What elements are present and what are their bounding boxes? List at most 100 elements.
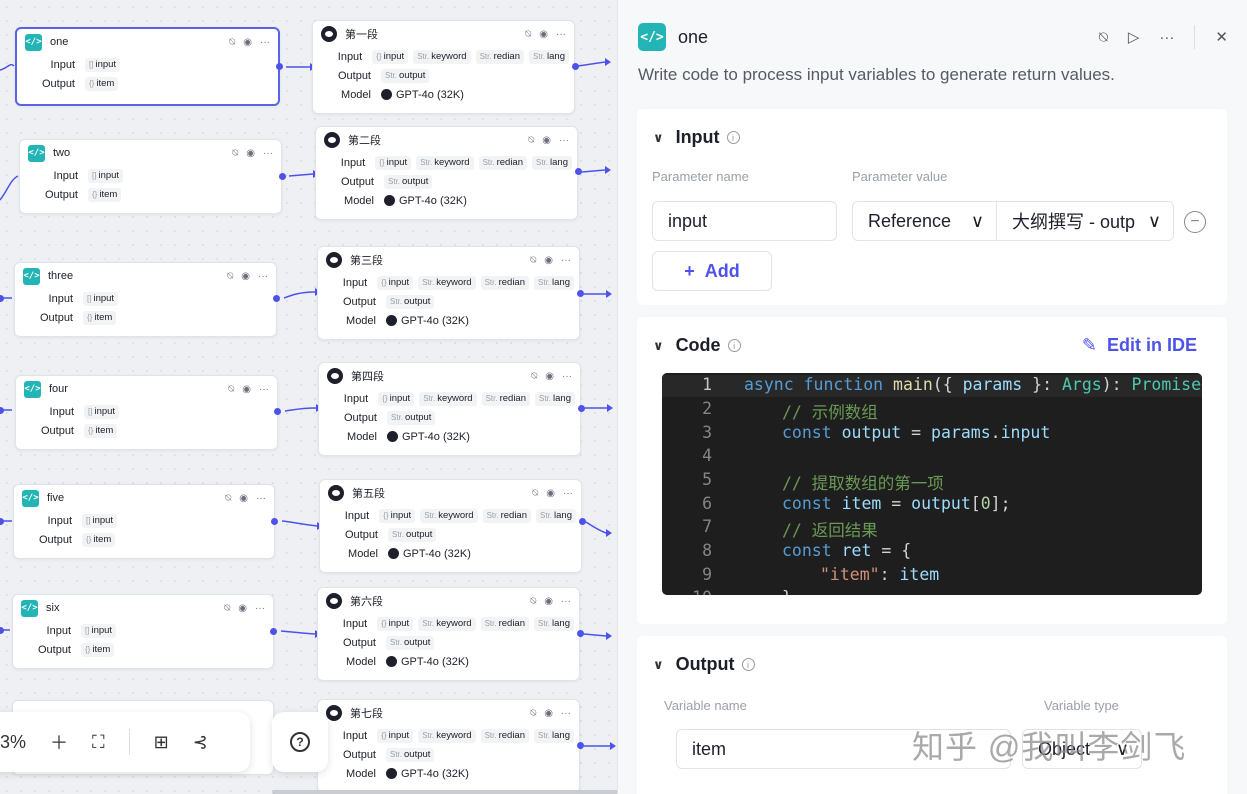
play-icon[interactable]: ◉	[542, 135, 551, 146]
node-port[interactable]	[276, 63, 283, 70]
node-port[interactable]	[577, 742, 584, 749]
llm-node-3[interactable]: 第三段 ⍉ ◉ ··· Input{} input Str. keyword Str. redi…	[317, 246, 580, 340]
bell-off-icon[interactable]: ⍉	[532, 488, 538, 499]
bell-off-icon[interactable]: ⍉	[227, 271, 233, 282]
node-port[interactable]	[270, 628, 277, 635]
node-port[interactable]	[575, 168, 582, 175]
more-icon[interactable]: ···	[563, 488, 573, 499]
llm-node-2[interactable]: 第二段 ⍉ ◉ ··· Input{} input Str. keyword Str. redi…	[315, 126, 578, 220]
value-type-select[interactable]: Reference ∨	[852, 201, 997, 241]
remove-param-icon[interactable]: −	[1184, 211, 1206, 233]
add-param-button[interactable]: + Add	[652, 251, 772, 291]
node-port[interactable]	[279, 173, 286, 180]
node-port[interactable]	[271, 518, 278, 525]
play-icon[interactable]: ▷	[1128, 28, 1140, 46]
bell-off-icon[interactable]: ⍉	[530, 708, 536, 719]
more-icon[interactable]: ···	[561, 708, 571, 719]
chevron-down-icon[interactable]: ∨	[653, 338, 664, 354]
panel-title[interactable]: one	[678, 27, 1099, 48]
chevron-down-icon[interactable]: ∨	[653, 657, 664, 673]
llm-node-1[interactable]: 第一段 ⍉ ◉ ··· Input{} input Str. keyword Str. redi…	[312, 20, 575, 114]
node-port[interactable]	[577, 290, 584, 297]
info-icon[interactable]: i	[741, 658, 755, 671]
node-port[interactable]	[578, 405, 585, 412]
node-port[interactable]	[0, 627, 4, 634]
code-node-five[interactable]: </> five ⍉ ◉ ··· Input[] input Output{} item	[13, 484, 275, 559]
play-icon[interactable]: ◉	[242, 384, 251, 395]
llm-icon	[327, 368, 343, 384]
code-node-three[interactable]: </> three ⍉ ◉ ··· Input[] input Output{} item	[14, 262, 277, 337]
edit-in-ide-button[interactable]: ✎ Edit in IDE	[1082, 335, 1197, 356]
more-icon[interactable]: ···	[263, 148, 273, 159]
node-port[interactable]	[0, 295, 4, 302]
node-port[interactable]	[579, 518, 586, 525]
bell-off-icon[interactable]: ⍉	[528, 135, 534, 146]
node-port[interactable]	[0, 407, 4, 414]
node-port[interactable]	[273, 295, 280, 302]
code-node-six[interactable]: </> six ⍉ ◉ ··· Input[] input Output{} item	[12, 594, 274, 669]
bell-off-icon[interactable]: ⍉	[1099, 29, 1108, 46]
node-port[interactable]	[0, 518, 4, 525]
more-icon[interactable]: ···	[255, 603, 265, 614]
bell-off-icon[interactable]: ⍉	[525, 29, 531, 40]
code-node-four[interactable]: </> four ⍉ ◉ ··· Input[] input Output{} item	[15, 375, 278, 450]
play-icon[interactable]: ◉	[239, 493, 248, 504]
llm-node-7[interactable]: 第七段 ⍉ ◉ ··· Input{} input Str. keyword Str. redi…	[317, 699, 580, 793]
play-icon[interactable]: ◉	[238, 603, 247, 614]
node-port[interactable]	[274, 408, 281, 415]
more-icon[interactable]: ···	[561, 596, 571, 607]
llm-node-4[interactable]: 第四段 ⍉ ◉ ··· Input{} input Str. keyword Str. redi…	[318, 362, 581, 456]
play-icon[interactable]: ◉	[241, 271, 250, 282]
close-icon[interactable]: ✕	[1215, 28, 1228, 46]
param-name-input[interactable]: input	[652, 201, 837, 241]
play-icon[interactable]: ◉	[539, 29, 548, 40]
more-icon[interactable]: ···	[1159, 29, 1174, 46]
play-icon[interactable]: ◉	[545, 371, 554, 382]
zoom-level[interactable]: 3%	[0, 732, 26, 753]
llm-node-5[interactable]: 第五段 ⍉ ◉ ··· Input{} input Str. keyword Str. redi…	[319, 479, 582, 573]
bell-off-icon[interactable]: ⍉	[224, 603, 230, 614]
more-icon[interactable]: ···	[256, 493, 266, 504]
node-port[interactable]	[572, 63, 579, 70]
workflow-canvas[interactable]: </> one ⍉ ◉ ··· Input[] input Output{} item </…	[0, 0, 620, 794]
node-config-panel: </> one ⍉ ▷ ··· ✕ Write code to process …	[617, 0, 1247, 794]
info-icon[interactable]: i	[727, 339, 741, 352]
play-icon[interactable]: ◉	[544, 255, 553, 266]
play-icon[interactable]: ◉	[544, 596, 553, 607]
play-icon[interactable]: ◉	[246, 148, 255, 159]
code-node-one[interactable]: </> one ⍉ ◉ ··· Input[] input Output{} item	[15, 27, 280, 106]
fit-view-icon[interactable]: ⛶	[92, 732, 105, 753]
info-icon[interactable]: i	[726, 131, 740, 144]
bell-off-icon[interactable]: ⍉	[225, 493, 231, 504]
bell-off-icon[interactable]: ⍉	[530, 596, 536, 607]
node-title: six	[46, 602, 60, 614]
more-icon[interactable]: ···	[561, 255, 571, 266]
bell-off-icon[interactable]: ⍉	[229, 37, 235, 48]
bell-off-icon[interactable]: ⍉	[530, 255, 536, 266]
more-icon[interactable]: ···	[260, 37, 270, 48]
more-icon[interactable]: ···	[259, 384, 269, 395]
more-icon[interactable]: ···	[562, 371, 572, 382]
help-button[interactable]: ?	[272, 712, 328, 772]
connector-icon[interactable]: ⊰	[193, 732, 208, 753]
value-reference-select[interactable]: 大纲撰写 - outp ∨	[996, 201, 1174, 241]
bell-off-icon[interactable]: ⍉	[232, 148, 238, 159]
bell-off-icon[interactable]: ⍉	[228, 384, 234, 395]
help-icon: ?	[290, 732, 310, 752]
node-port[interactable]	[577, 630, 584, 637]
play-icon[interactable]: ◉	[544, 708, 553, 719]
llm-node-6[interactable]: 第六段 ⍉ ◉ ··· Input{} input Str. keyword Str. redi…	[317, 587, 580, 681]
code-editor[interactable]: 1 2 3 4 5 6 7 8 9 10 async function main…	[662, 373, 1202, 595]
chevron-down-icon[interactable]: ∨	[653, 130, 664, 146]
openai-icon	[388, 548, 399, 559]
play-icon[interactable]: ◉	[243, 37, 252, 48]
more-icon[interactable]: ···	[556, 29, 566, 40]
more-icon[interactable]: ···	[258, 271, 268, 282]
plus-icon[interactable]: ＋	[50, 729, 68, 755]
play-icon[interactable]: ◉	[546, 488, 555, 499]
bell-off-icon[interactable]: ⍉	[531, 371, 537, 382]
more-icon[interactable]: ···	[559, 135, 569, 146]
grid-icon[interactable]: ⊞	[154, 732, 169, 753]
code-node-two[interactable]: </> two ⍉ ◉ ··· Input[] input Output{} item	[19, 139, 282, 214]
code-line: }	[782, 588, 792, 595]
